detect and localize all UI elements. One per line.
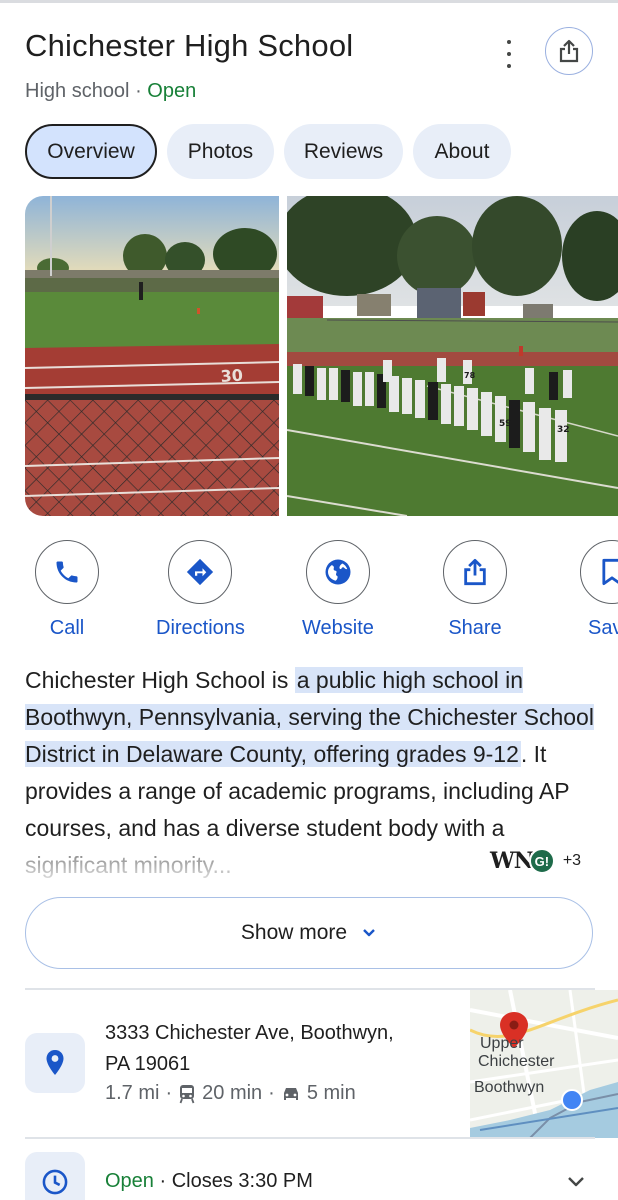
tab-bar: Overview Photos Reviews About: [25, 124, 511, 179]
source-logo-wn: WN: [490, 848, 534, 874]
share-top-button[interactable]: [545, 27, 593, 75]
phone-icon: [56, 561, 78, 583]
source-logos[interactable]: WN G! +3: [490, 848, 581, 874]
separator-dot: ·: [159, 1170, 172, 1192]
tab-overview[interactable]: Overview: [25, 124, 157, 179]
share-icon: [559, 39, 579, 63]
map-thumbnail[interactable]: Upper Chichester Boothwyn: [470, 990, 618, 1138]
divider: [25, 1137, 595, 1139]
transit-time: 20 min: [202, 1082, 263, 1104]
more-sources-count: +3: [562, 852, 582, 869]
svg-text:78: 78: [464, 371, 476, 380]
tab-reviews[interactable]: Reviews: [284, 124, 403, 179]
transit-icon: [179, 1084, 195, 1103]
hours-icon-tile: [25, 1152, 85, 1200]
chevron-down-icon: [363, 929, 375, 937]
address-line-1: 3333 Chichester Ave, Boothwyn,: [105, 1022, 394, 1044]
svg-text:30: 30: [220, 365, 244, 386]
travel-times: 1.7 mi · 20 min · 5 min: [105, 1082, 356, 1105]
call-label: Call: [49, 617, 85, 639]
directions-icon: [187, 558, 214, 586]
distance: 1.7 mi: [105, 1082, 160, 1104]
website-button[interactable]: Website: [302, 540, 374, 640]
svg-text:32: 32: [557, 425, 570, 435]
directions-button[interactable]: Directions: [156, 540, 245, 640]
clock-icon: [42, 1169, 68, 1195]
open-status: Open: [147, 80, 197, 102]
tab-photos[interactable]: Photos: [167, 124, 274, 179]
photo-field-track[interactable]: 30: [25, 196, 279, 516]
place-category: High school: [25, 80, 130, 102]
description-fade: [25, 844, 505, 880]
svg-text:Upper: Upper: [480, 1035, 524, 1052]
chevron-down-icon[interactable]: [565, 1174, 587, 1190]
svg-text:Chichester: Chichester: [478, 1053, 555, 1070]
tab-about[interactable]: About: [413, 124, 511, 179]
more-options-icon[interactable]: [498, 40, 520, 68]
globe-icon: [325, 559, 351, 585]
hours-detail: Closes 3:30 PM: [171, 1170, 313, 1192]
source-logo-badge: G!: [528, 848, 555, 874]
separator-dot: ·: [165, 1082, 173, 1104]
address-line-2: PA 19061: [105, 1053, 191, 1075]
bookmark-icon: [602, 558, 618, 586]
location-pin-icon: [46, 1050, 64, 1075]
show-more-button[interactable]: Show more: [25, 897, 593, 969]
place-subtitle: High school · Open: [25, 80, 196, 103]
share-button[interactable]: Share: [443, 540, 507, 640]
location-icon-tile: [25, 1033, 85, 1093]
directions-label: Directions: [156, 617, 245, 639]
address-text[interactable]: 3333 Chichester Ave, Boothwyn, PA 19061: [105, 1018, 394, 1080]
separator-dot: ·: [135, 80, 148, 102]
place-title: Chichester High School: [25, 28, 354, 63]
svg-text:Boothwyn: Boothwyn: [474, 1079, 544, 1096]
show-more-label: Show more: [240, 921, 348, 944]
description-lead: Chichester High School is: [25, 667, 289, 693]
hours-text[interactable]: Open · Closes 3:30 PM: [105, 1170, 313, 1193]
hours-status: Open: [105, 1170, 154, 1192]
car-icon: [283, 1087, 298, 1100]
separator-dot: ·: [268, 1082, 275, 1104]
top-divider: [0, 0, 618, 3]
share-label: Share: [448, 617, 502, 639]
svg-text:59: 59: [499, 419, 512, 429]
photo-football-team[interactable]: 78 59 32: [287, 196, 618, 516]
save-button[interactable]: Save: [580, 540, 618, 640]
call-button[interactable]: Call: [35, 540, 99, 640]
action-bar: Call Directions Website Share Sav: [0, 540, 618, 640]
website-label: Website: [302, 617, 374, 639]
drive-time: 5 min: [306, 1082, 356, 1104]
save-label: Save: [588, 617, 618, 639]
share-icon: [464, 558, 486, 586]
